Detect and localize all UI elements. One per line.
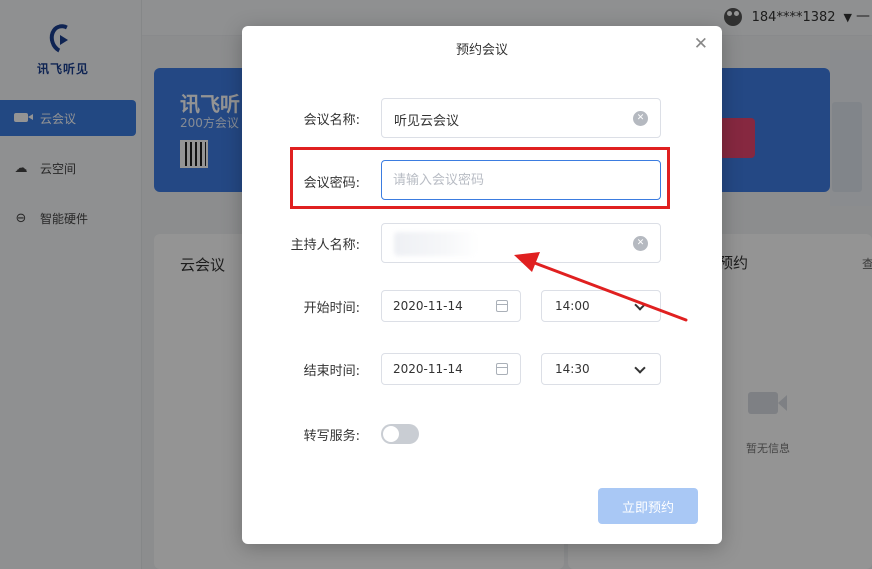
clear-icon[interactable]: ✕	[633, 111, 648, 126]
chevron-down-icon[interactable]	[634, 362, 646, 374]
host-name-redacted	[394, 232, 478, 256]
start-time-label: 开始时间:	[303, 301, 360, 316]
calendar-icon[interactable]	[496, 300, 508, 312]
end-time-value: 14:30	[555, 362, 590, 376]
end-time-select[interactable]: 14:30	[541, 353, 661, 385]
chevron-down-icon[interactable]	[634, 299, 646, 311]
start-date-picker[interactable]: 2020-11-14	[381, 290, 521, 322]
transcribe-label: 转写服务:	[303, 429, 360, 444]
schedule-meeting-dialog: 预约会议 ✕ 会议名称: 听见云会议 ✕ 会议密码: 主持人名称: ✕ 开始时间…	[242, 26, 722, 544]
schedule-now-button[interactable]: 立即预约	[598, 488, 698, 524]
host-name-field[interactable]: ✕	[381, 223, 661, 263]
start-time-value: 14:00	[555, 299, 590, 313]
meeting-name-label: 会议名称:	[303, 113, 360, 128]
start-time-select[interactable]: 14:00	[541, 290, 661, 322]
transcribe-toggle[interactable]	[381, 424, 419, 444]
end-date-picker[interactable]: 2020-11-14	[381, 353, 521, 385]
annotation-highlight-box	[290, 147, 670, 209]
meeting-name-value: 听见云会议	[394, 114, 460, 129]
start-date-value: 2020-11-14	[393, 299, 463, 313]
dialog-title: 预约会议	[455, 43, 508, 58]
meeting-name-field[interactable]: 听见云会议 ✕	[381, 98, 661, 138]
clear-icon[interactable]: ✕	[633, 236, 648, 251]
end-time-label: 结束时间:	[303, 364, 360, 379]
host-name-label: 主持人名称:	[290, 238, 360, 253]
calendar-icon[interactable]	[496, 363, 508, 375]
end-date-value: 2020-11-14	[393, 362, 463, 376]
toggle-knob	[383, 426, 399, 442]
close-icon[interactable]: ✕	[694, 36, 708, 53]
